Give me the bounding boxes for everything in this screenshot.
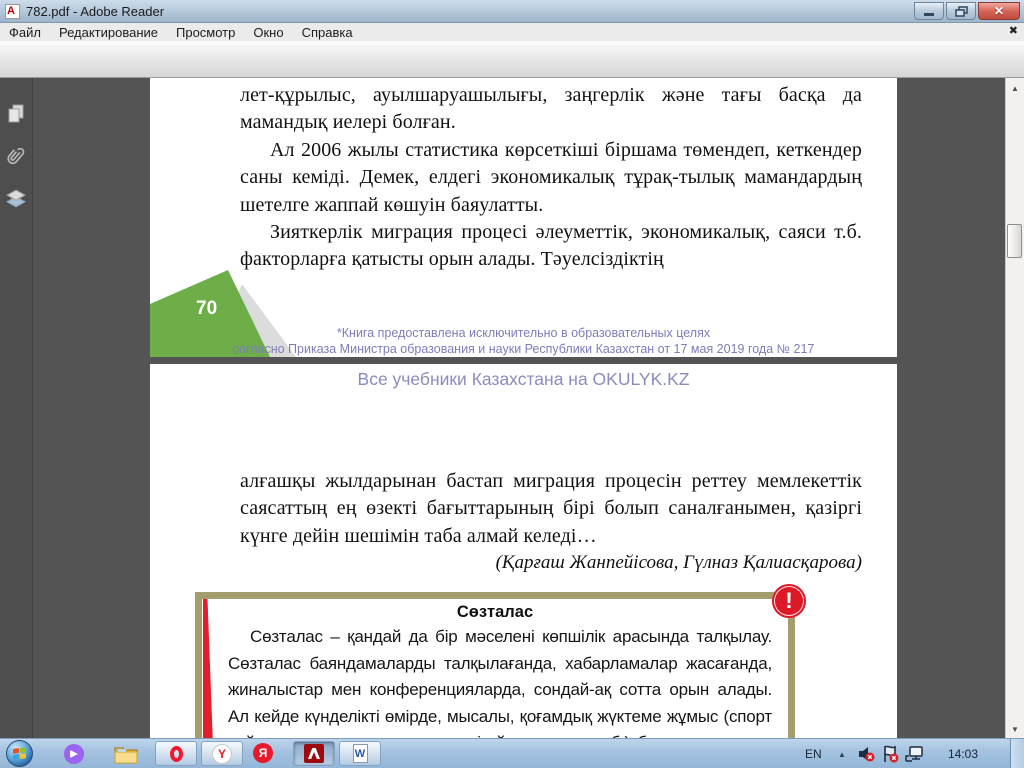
start-button[interactable] — [6, 740, 33, 767]
paragraph: лет-құрылыс, ауылшаруашылығы, заңгерлік … — [240, 84, 862, 134]
alert-badge-icon: ! — [772, 584, 806, 618]
menu-file[interactable]: Файл — [0, 24, 50, 41]
document-viewport: лет-құрылыс, ауылшаруашылығы, заңгерлік … — [0, 78, 1024, 738]
document-close-icon[interactable]: ✖ — [1009, 24, 1018, 37]
copyright-notice-line1: *Книга предоставлена исключительно в обр… — [336, 326, 711, 340]
scroll-down-icon[interactable]: ▼ — [1006, 721, 1024, 737]
copyright-notice-line2: согласно Приказа Министра образования и … — [232, 342, 815, 356]
close-icon: ✕ — [993, 4, 1005, 18]
pdf-file-icon: A — [5, 3, 20, 19]
minimize-button[interactable] — [914, 2, 944, 20]
paragraph: алғашқы жылдарынан бастап миграция проце… — [240, 470, 862, 547]
opera-icon — [169, 745, 183, 762]
authors-line: (Қарғаш Жанпейісова, Гүлназ Қалиасқарова… — [495, 552, 862, 574]
windows-logo-icon — [13, 746, 26, 760]
taskbar-yandex-icon[interactable]: Я — [253, 743, 273, 763]
window-controls: ✕ — [914, 2, 1020, 20]
pdf-page-71[interactable]: Все учебники Казахстана на OKULYK.KZ алғ… — [150, 364, 897, 738]
paragraph: Ал 2006 жылы статистика көрсеткіші бірша… — [240, 138, 862, 216]
scroll-up-icon[interactable]: ▲ — [1006, 80, 1024, 96]
menu-window[interactable]: Окно — [244, 24, 292, 41]
restore-icon — [954, 5, 968, 17]
attachments-paperclip-icon[interactable] — [5, 146, 27, 168]
word-icon: W — [352, 744, 368, 763]
page2-text: алғашқы жылдарынан бастап миграция проце… — [240, 468, 862, 574]
taskbar-adobe-reader-button[interactable] — [293, 741, 335, 766]
yandex-icon: Я — [253, 743, 273, 763]
taskbar-word-button[interactable]: W — [339, 741, 381, 766]
layers-icon[interactable] — [5, 188, 27, 210]
exclamation-glyph: ! — [785, 588, 793, 613]
menu-view[interactable]: Просмотр — [167, 24, 244, 41]
page1-text: лет-құрылыс, ауылшаруашылығы, заңгерлік … — [240, 82, 862, 274]
adobe-reader-icon — [304, 744, 324, 763]
scrollbar-thumb[interactable] — [1007, 224, 1022, 258]
tray-clock[interactable]: 14:03 — [948, 739, 978, 768]
windows-taskbar: Y Я W EN ▲ 14:03 — [0, 738, 1024, 768]
tray-network-icon[interactable] — [904, 745, 923, 763]
page-thumbnails-icon[interactable] — [5, 103, 27, 125]
okulyk-watermark: Все учебники Казахстана на OKULYK.KZ — [357, 369, 690, 389]
navigation-pane-bar — [0, 78, 33, 738]
tray-action-center-flag-icon[interactable] — [881, 745, 899, 763]
paragraph: Зияткерлік миграция процесі әлеуметтік, … — [240, 221, 862, 271]
toolbar: / 304 − + 100% ▾ — [0, 41, 1024, 115]
taskbar-purple-app-icon[interactable] — [64, 744, 84, 764]
title-bar[interactable]: A 782.pdf - Adobe Reader ✕ — [0, 0, 1024, 23]
vertical-scrollbar[interactable]: ▲ ▼ — [1005, 78, 1024, 738]
show-desktop-button[interactable] — [1010, 739, 1024, 768]
taskbar-yandex-browser-button[interactable]: Y — [201, 741, 243, 766]
pdf-page-70[interactable]: лет-құрылыс, ауылшаруашылығы, заңгерлік … — [150, 78, 897, 357]
menu-edit[interactable]: Редактирование — [50, 24, 167, 41]
box-body-text: Сөзталас – қандай да бір мәселені көпшіл… — [228, 627, 772, 738]
play-glyph — [70, 750, 78, 758]
box-title: Сөзталас — [456, 603, 534, 621]
taskbar-explorer-icon[interactable] — [114, 745, 138, 764]
tray-volume-muted-icon[interactable] — [857, 745, 875, 763]
discussion-box: ! Сөзталас Сөзталас – қандай да бір мәсе… — [195, 584, 806, 738]
adobe-reader-window: A 782.pdf - Adobe Reader ✕ Файл Редактир… — [0, 0, 1024, 768]
page-number-label: 70 — [196, 298, 217, 319]
tray-language-indicator[interactable]: EN — [805, 739, 822, 768]
menu-help[interactable]: Справка — [293, 24, 362, 41]
yandex-browser-icon: Y — [212, 743, 232, 764]
taskbar-opera-button[interactable] — [155, 741, 197, 766]
menu-bar: Файл Редактирование Просмотр Окно Справк… — [0, 23, 1024, 41]
restore-button[interactable] — [946, 2, 976, 20]
close-button[interactable]: ✕ — [978, 2, 1020, 20]
tray-chevron-up-icon[interactable]: ▲ — [838, 739, 846, 768]
minimize-icon — [924, 13, 934, 16]
window-title: 782.pdf - Adobe Reader — [26, 3, 165, 19]
